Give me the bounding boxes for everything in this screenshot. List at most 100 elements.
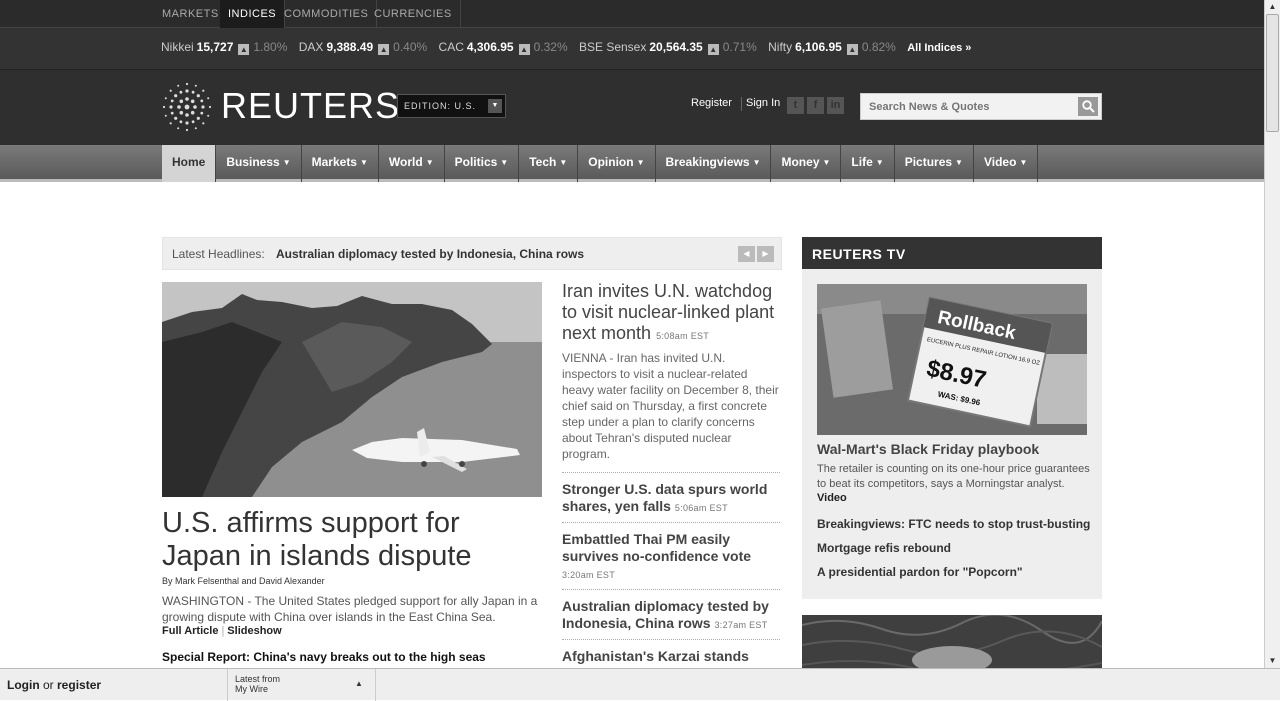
nav-politics[interactable]: Politics ▼ bbox=[445, 145, 520, 182]
nav-label: Breakingviews bbox=[665, 155, 750, 169]
search-button[interactable] bbox=[1078, 97, 1098, 116]
reuters-wordmark[interactable]: REUTERS bbox=[221, 86, 400, 126]
nav-markets[interactable]: Markets ▼ bbox=[302, 145, 379, 182]
reuters-tv-link[interactable]: A presidential pardon for "Popcorn" bbox=[817, 565, 1023, 579]
nav-opinion[interactable]: Opinion ▼ bbox=[578, 145, 656, 182]
main-story-links: Full Article | Slideshow bbox=[162, 625, 282, 637]
facebook-icon[interactable]: f bbox=[807, 97, 824, 114]
main-story-headline[interactable]: U.S. affirms support for Japan in island… bbox=[162, 507, 542, 573]
chevron-down-icon: ▼ bbox=[488, 99, 502, 113]
chevron-down-icon: ▼ bbox=[752, 158, 761, 167]
ticker-item-cac[interactable]: CAC 4,306.95 ▲ 0.32% bbox=[439, 40, 568, 55]
register-link[interactable]: Register bbox=[691, 97, 732, 109]
nav-tech[interactable]: Tech ▼ bbox=[519, 145, 579, 182]
special-report-link[interactable]: Special Report: China's navy breaks out … bbox=[162, 650, 486, 664]
tab-commodities[interactable]: COMMODITIES bbox=[276, 0, 378, 28]
login-or-text: or bbox=[43, 678, 54, 692]
scrollbar-thumb[interactable] bbox=[1266, 14, 1279, 132]
reuters-tv-panel: REUTERS TV Rollback EUCERIN PLUS REPAIR … bbox=[802, 237, 1102, 599]
index-name: Nikkei bbox=[161, 40, 194, 54]
reuters-tv-thumbnail[interactable]: Rollback EUCERIN PLUS REPAIR LOTION 16.9… bbox=[817, 284, 1087, 435]
chevron-down-icon: ▼ bbox=[359, 158, 368, 167]
mid-story-item[interactable]: Afghanistan's Karzai stands bbox=[562, 648, 780, 665]
story-timestamp: 3:27am EST bbox=[714, 620, 768, 630]
nav-label: Video bbox=[983, 155, 1017, 169]
story-divider bbox=[562, 472, 780, 473]
nav-life[interactable]: Life ▼ bbox=[841, 145, 895, 182]
next-arrow-icon[interactable]: ▶ bbox=[757, 246, 774, 262]
up-arrow-icon: ▲ bbox=[518, 44, 530, 55]
ticker-item-dax[interactable]: DAX 9,388.49 ▲ 0.40% bbox=[299, 40, 427, 55]
nav-label: Tech bbox=[529, 155, 557, 169]
index-change: 0.82% bbox=[861, 40, 896, 54]
header-divider bbox=[741, 97, 742, 111]
nav-breakingviews[interactable]: Breakingviews ▼ bbox=[656, 145, 772, 182]
nav-video[interactable]: Video ▼ bbox=[974, 145, 1039, 182]
nav-business[interactable]: Business ▼ bbox=[216, 145, 302, 182]
main-story-summary: WASHINGTON - The United States pledged s… bbox=[162, 594, 538, 624]
nav-label: Business bbox=[226, 155, 280, 169]
nav-world[interactable]: World ▼ bbox=[379, 145, 445, 182]
latest-headlines-bar: Latest Headlines: Australian diplomacy t… bbox=[162, 237, 782, 270]
scroll-up-icon[interactable]: ▲ bbox=[1265, 0, 1280, 14]
ticker-item-nikkei[interactable]: Nikkei 15,727 ▲ 1.80% bbox=[161, 40, 287, 55]
ticker-item-sensex[interactable]: BSE Sensex 20,564.35 ▲ 0.71% bbox=[579, 40, 757, 55]
index-change: 0.40% bbox=[393, 40, 428, 54]
slideshow-link[interactable]: Slideshow bbox=[227, 625, 281, 637]
reuters-logo-icon[interactable] bbox=[162, 82, 212, 132]
tab-currencies[interactable]: CURRENCIES bbox=[366, 0, 461, 28]
chevron-down-icon: ▼ bbox=[1019, 158, 1028, 167]
previous-arrow-icon[interactable]: ◀ bbox=[738, 246, 755, 262]
index-value: 4,306.95 bbox=[466, 40, 514, 54]
reuters-tv-link[interactable]: Mortgage refis rebound bbox=[817, 541, 951, 555]
index-value: 20,564.35 bbox=[649, 40, 703, 54]
sign-in-link[interactable]: Sign In bbox=[746, 97, 780, 109]
all-indices-link[interactable]: All Indices » bbox=[907, 42, 971, 54]
reuters-tv-headline[interactable]: Wal-Mart's Black Friday playbook bbox=[817, 441, 1039, 457]
nav-label: Opinion bbox=[588, 155, 634, 169]
nav-pictures[interactable]: Pictures ▼ bbox=[895, 145, 974, 182]
linkedin-icon[interactable]: in bbox=[827, 97, 844, 114]
tab-markets[interactable]: MARKETS bbox=[154, 0, 228, 28]
index-change: 1.80% bbox=[253, 40, 288, 54]
search-input[interactable] bbox=[861, 94, 1075, 119]
story-headline: Embattled Thai PM easily survives no-con… bbox=[562, 531, 752, 564]
full-article-link[interactable]: Full Article bbox=[162, 625, 218, 637]
mid-story-item[interactable]: Stronger U.S. data spurs world shares, y… bbox=[562, 481, 780, 517]
link-divider: | bbox=[221, 625, 225, 637]
chevron-up-icon[interactable]: ▲ bbox=[355, 679, 363, 688]
mid-story-item[interactable]: Australian diplomacy tested by Indonesia… bbox=[562, 598, 780, 634]
promo-image[interactable] bbox=[802, 615, 1102, 675]
story-headline: Stronger U.S. data spurs world shares, y… bbox=[562, 481, 768, 514]
vertical-scrollbar[interactable]: ▲ ▼ bbox=[1264, 0, 1280, 668]
nav-money[interactable]: Money ▼ bbox=[771, 145, 842, 182]
video-link[interactable]: Video bbox=[817, 492, 847, 504]
indices-ticker: Nikkei 15,727 ▲ 1.80% DAX 9,388.49 ▲ 0.40% CAC… bbox=[0, 28, 1264, 70]
latest-headline-link[interactable]: Australian diplomacy tested by Indonesia… bbox=[276, 247, 584, 261]
chevron-down-icon: ▼ bbox=[636, 158, 645, 167]
mid-lead-story[interactable]: Iran invites U.N. watchdog to visit nucl… bbox=[562, 281, 782, 347]
scroll-down-icon[interactable]: ▼ bbox=[1265, 654, 1280, 668]
story-timestamp: 3:20am EST bbox=[562, 570, 616, 580]
reuters-tv-link[interactable]: Breakingviews: FTC needs to stop trust-b… bbox=[817, 517, 1090, 531]
register-bottom-link[interactable]: register bbox=[57, 678, 101, 692]
login-area: Login or register bbox=[7, 678, 101, 692]
login-link[interactable]: Login bbox=[7, 678, 40, 692]
nav-home[interactable]: Home bbox=[162, 145, 217, 182]
my-wire-button[interactable]: Latest from My Wire bbox=[235, 674, 280, 694]
wire-label-line2: My Wire bbox=[235, 684, 268, 694]
mid-story-item[interactable]: Embattled Thai PM easily survives no-con… bbox=[562, 531, 780, 584]
index-value: 15,727 bbox=[196, 40, 234, 54]
aerial-texture-image bbox=[802, 615, 1102, 675]
reuters-tv-heading[interactable]: REUTERS TV bbox=[802, 237, 1102, 269]
index-value: 6,106.95 bbox=[795, 40, 842, 54]
story-divider bbox=[562, 589, 780, 590]
twitter-icon[interactable]: t bbox=[787, 97, 804, 114]
chevron-down-icon: ▼ bbox=[822, 158, 831, 167]
up-arrow-icon: ▲ bbox=[846, 44, 858, 55]
edition-selector[interactable]: EDITION: U.S. ▼ bbox=[397, 94, 506, 118]
main-story-photo[interactable] bbox=[162, 282, 542, 497]
chevron-down-icon: ▼ bbox=[425, 158, 434, 167]
nav-label: World bbox=[388, 155, 423, 169]
ticker-item-nifty[interactable]: Nifty 6,106.95 ▲ 0.82% bbox=[768, 40, 896, 55]
